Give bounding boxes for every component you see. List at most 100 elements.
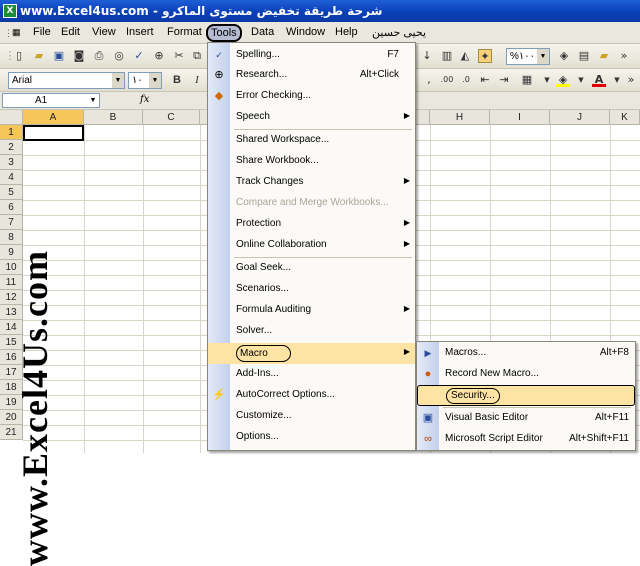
help-icon[interactable]: ◈: [557, 49, 571, 63]
row-header[interactable]: 7: [0, 215, 23, 230]
doc-icon[interactable]: ▦: [12, 27, 21, 38]
italic-button[interactable]: I: [190, 73, 204, 87]
save-icon[interactable]: ▣: [52, 49, 66, 63]
column-header[interactable]: C: [143, 110, 200, 125]
row-header[interactable]: 4: [0, 170, 23, 185]
toolbar-options-icon[interactable]: »: [617, 49, 631, 63]
column-header[interactable]: I: [490, 110, 550, 125]
new-icon[interactable]: ▯: [12, 49, 26, 63]
menu-item-online-collaboration[interactable]: Online Collaboration ▶: [208, 235, 415, 256]
column-header[interactable]: J: [550, 110, 610, 125]
play-icon: ▶: [424, 348, 432, 358]
menu-item-shared-workspace[interactable]: Shared Workspace...: [208, 130, 415, 151]
menu-item-share-workbook[interactable]: Share Workbook...: [208, 151, 415, 172]
fill-color-icon[interactable]: ◈: [556, 73, 570, 87]
error-check-icon: ◆: [214, 90, 224, 102]
font-size-combo[interactable]: ١٠ ▼: [128, 72, 162, 89]
menu-tools[interactable]: Tools: [206, 24, 242, 42]
submenu-arrow-icon: ▶: [403, 176, 410, 185]
font-combo[interactable]: Arial ▼: [8, 72, 125, 89]
image-icon[interactable]: ▤: [577, 49, 591, 63]
chevron-down-icon[interactable]: ▼: [574, 73, 588, 87]
decimal-icon[interactable]: .00: [440, 73, 454, 87]
menu-view[interactable]: View: [92, 26, 116, 38]
column-header[interactable]: A: [23, 110, 84, 125]
row-header[interactable]: 5: [0, 185, 23, 200]
menu-item-label: Error Checking...: [236, 90, 312, 101]
research-toolbar-icon[interactable]: ⊕: [152, 49, 166, 63]
copy-icon[interactable]: ⧉: [190, 49, 204, 63]
menu-window[interactable]: Window: [286, 26, 325, 38]
borders-icon[interactable]: ▦: [520, 73, 534, 87]
column-header[interactable]: H: [430, 110, 490, 125]
permission-icon[interactable]: ◙: [72, 49, 86, 63]
chevron-down-icon[interactable]: ▼: [537, 49, 549, 64]
insert-function-icon[interactable]: fx: [140, 94, 149, 105]
menu-item-autocorrect[interactable]: ⚡ AutoCorrect Options...: [208, 385, 415, 406]
column-header[interactable]: K: [610, 110, 640, 125]
menu-help[interactable]: Help: [335, 26, 358, 38]
folder-icon[interactable]: ▰: [597, 49, 611, 63]
bold-button[interactable]: B: [170, 73, 184, 87]
increase-indent-icon[interactable]: ⇥: [497, 73, 511, 87]
menu-item-formula-auditing[interactable]: Formula Auditing ▶: [208, 300, 415, 321]
menu-item-record-macro[interactable]: ● Record New Macro...: [417, 364, 635, 385]
help-assist-icon[interactable]: ✦: [478, 49, 492, 63]
menu-item-goal-seek[interactable]: Goal Seek...: [208, 258, 415, 279]
font-color-icon[interactable]: A: [592, 73, 606, 87]
menu-data[interactable]: Data: [251, 26, 274, 38]
chevron-down-icon[interactable]: ▼: [87, 94, 99, 107]
menu-item-label: Solver...: [236, 325, 273, 336]
print-icon[interactable]: ⎙: [92, 49, 106, 63]
menu-item-label: Track Changes: [236, 176, 304, 187]
menu-item-protection[interactable]: Protection ▶: [208, 214, 415, 235]
menu-format[interactable]: Format: [167, 26, 202, 38]
menu-item-vb-editor[interactable]: ▣ Visual Basic Editor Alt+F11: [417, 408, 635, 429]
column-header[interactable]: B: [84, 110, 143, 125]
menu-item-error-checking[interactable]: ◆ Error Checking...: [208, 86, 415, 107]
menu-item-security[interactable]: Security...: [417, 385, 635, 406]
menu-item-scenarios[interactable]: Scenarios...: [208, 279, 415, 300]
print-preview-icon[interactable]: ◎: [112, 49, 126, 63]
menu-edit[interactable]: Edit: [61, 26, 80, 38]
chevron-down-icon[interactable]: ▼: [540, 73, 554, 87]
menu-file[interactable]: File: [33, 26, 51, 38]
open-icon[interactable]: ▰: [32, 49, 46, 63]
row-header[interactable]: 3: [0, 155, 23, 170]
menu-item-track-changes[interactable]: Track Changes ▶: [208, 172, 415, 193]
decrease-indent-icon[interactable]: ⇤: [478, 73, 492, 87]
zoom-combo[interactable]: %١٠٠ ▼: [506, 48, 550, 65]
select-all-corner[interactable]: [0, 110, 23, 125]
menu-item-speech[interactable]: Speech ▶: [208, 107, 415, 128]
chevron-down-icon[interactable]: ▼: [610, 73, 624, 87]
menu-item-label: Speech: [236, 111, 270, 122]
row-header[interactable]: 6: [0, 200, 23, 215]
menu-item-solver[interactable]: Solver...: [208, 321, 415, 342]
menu-insert[interactable]: Insert: [126, 26, 154, 38]
row-header[interactable]: 8: [0, 230, 23, 245]
chart-wizard-icon[interactable]: ▥: [440, 49, 454, 63]
drawing-icon[interactable]: ◭: [458, 49, 472, 63]
excel-app-icon[interactable]: X: [3, 4, 17, 18]
menu-item-add-ins[interactable]: Add-Ins...: [208, 364, 415, 385]
increase-decimal-icon[interactable]: ,: [422, 73, 436, 87]
row-header[interactable]: 2: [0, 140, 23, 155]
menu-item-macros[interactable]: ▶ Macros... Alt+F8: [417, 343, 635, 364]
menu-item-macro[interactable]: Macro ▶: [208, 343, 415, 364]
menu-item-customize[interactable]: Customize...: [208, 406, 415, 427]
toolbar-options-icon[interactable]: »: [624, 73, 638, 87]
menu-item-compare-merge: Compare and Merge Workbooks...: [208, 193, 415, 214]
decrease-decimal-icon[interactable]: .0: [459, 73, 473, 87]
name-box[interactable]: A1 ▼: [2, 93, 100, 108]
menu-item-script-editor[interactable]: ∞ Microsoft Script Editor Alt+Shift+F11: [417, 429, 635, 450]
menu-item-spelling[interactable]: ✓ Spelling... F7: [208, 45, 415, 66]
spelling-toolbar-icon[interactable]: ✓: [132, 49, 146, 63]
menu-item-options[interactable]: Options...: [208, 427, 415, 448]
menu-item-research[interactable]: ⊕ Research... Alt+Click: [208, 65, 415, 86]
active-cell[interactable]: [23, 125, 84, 141]
chevron-down-icon[interactable]: ▼: [112, 73, 124, 88]
sort-desc-icon[interactable]: ↓: [420, 49, 434, 63]
row-header[interactable]: 1: [0, 125, 23, 140]
cut-icon[interactable]: ✂: [172, 49, 186, 63]
chevron-down-icon[interactable]: ▼: [149, 73, 161, 88]
